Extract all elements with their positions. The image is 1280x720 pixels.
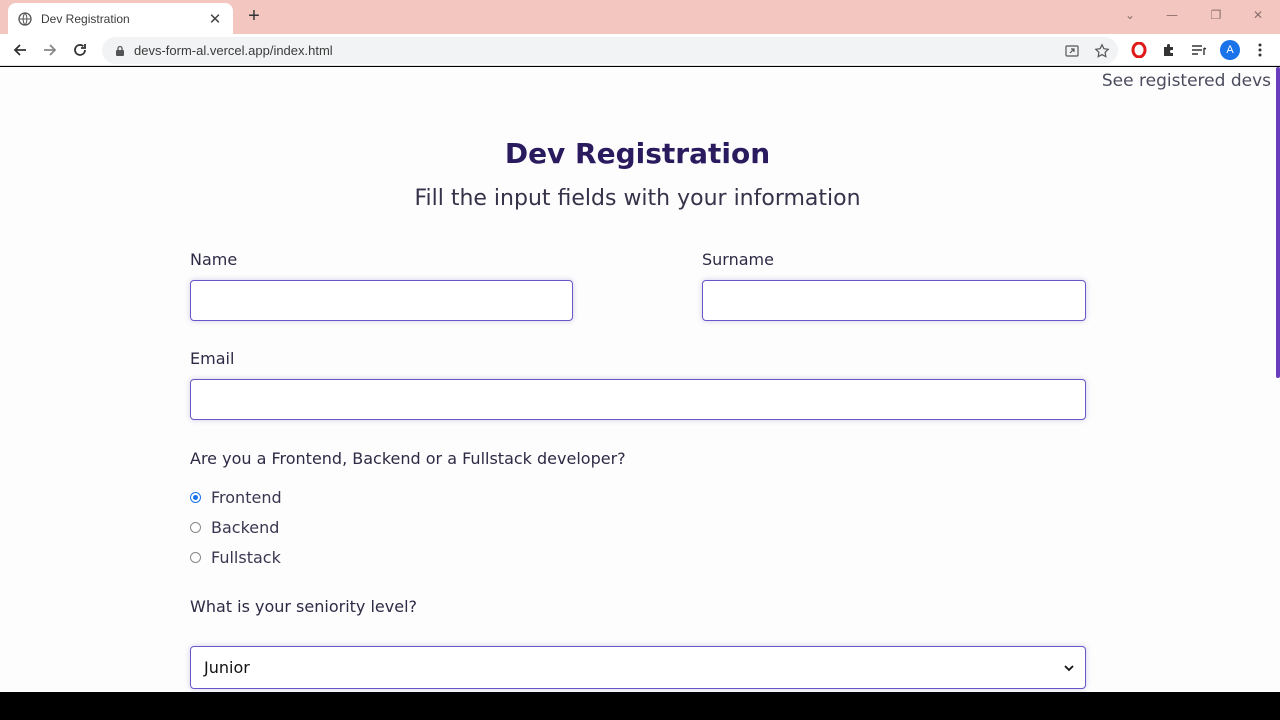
- page-viewport: See registered devs Dev Registration Fil…: [0, 67, 1280, 692]
- restore-button[interactable]: ❐: [1202, 4, 1230, 26]
- close-window-button[interactable]: ✕: [1244, 4, 1272, 26]
- tab-title: Dev Registration: [41, 11, 130, 26]
- back-button[interactable]: [9, 39, 31, 61]
- opera-extension-icon[interactable]: [1130, 41, 1148, 59]
- extensions-puzzle-icon[interactable]: [1160, 41, 1178, 59]
- tab-close-icon[interactable]: ✕: [207, 11, 223, 27]
- share-icon[interactable]: [1064, 43, 1080, 59]
- seniority-question: What is your seniority level?: [190, 597, 417, 616]
- browser-toolbar: devs-form-al.vercel.app/index.html A: [0, 34, 1280, 66]
- reading-list-icon[interactable]: [1190, 41, 1208, 59]
- email-input[interactable]: [190, 379, 1086, 420]
- radio-option-frontend[interactable]: Frontend: [190, 488, 282, 507]
- radio-button-fullstack[interactable]: [190, 552, 201, 563]
- seniority-select[interactable]: Junior: [190, 646, 1086, 689]
- email-label: Email: [190, 349, 235, 368]
- lock-icon: [116, 45, 124, 56]
- seniority-selected-value: Junior: [204, 658, 250, 677]
- radio-label-frontend: Frontend: [211, 488, 282, 507]
- surname-input[interactable]: [702, 280, 1086, 321]
- radio-button-frontend[interactable]: [190, 492, 201, 503]
- tab-search-icon[interactable]: ⌄: [1116, 4, 1144, 26]
- new-tab-button[interactable]: +: [243, 6, 265, 28]
- address-bar[interactable]: devs-form-al.vercel.app/index.html: [102, 37, 1118, 64]
- back-arrow-icon: [13, 44, 26, 56]
- radio-button-backend[interactable]: [190, 522, 201, 533]
- browser-tab[interactable]: Dev Registration ✕: [8, 3, 233, 34]
- name-label: Name: [190, 250, 238, 269]
- radio-option-backend[interactable]: Backend: [190, 518, 279, 537]
- page-subtitle: Fill the input fields with your informat…: [414, 186, 861, 211]
- globe-icon: [18, 11, 32, 26]
- radio-label-fullstack: Fullstack: [211, 548, 281, 567]
- name-input[interactable]: [190, 280, 573, 321]
- reload-icon: [74, 44, 86, 56]
- chevron-down-icon: [1064, 664, 1074, 671]
- see-registered-devs-link[interactable]: See registered devs: [1102, 71, 1271, 91]
- forward-button[interactable]: [39, 39, 61, 61]
- bookmark-star-icon[interactable]: [1094, 43, 1110, 59]
- page-scrollbar[interactable]: [1276, 67, 1280, 378]
- surname-label: Surname: [702, 250, 774, 269]
- browser-menu-icon[interactable]: [1251, 41, 1269, 59]
- profile-avatar[interactable]: A: [1220, 40, 1240, 60]
- reload-button[interactable]: [69, 39, 91, 61]
- radio-option-fullstack[interactable]: Fullstack: [190, 548, 281, 567]
- dev-type-question: Are you a Frontend, Backend or a Fullsta…: [190, 449, 626, 468]
- url-text: devs-form-al.vercel.app/index.html: [134, 43, 333, 58]
- minimize-button[interactable]: —: [1158, 4, 1186, 26]
- tab-strip: Dev Registration ✕ + ⌄ — ❐ ✕: [0, 0, 1280, 34]
- forward-arrow-icon: [44, 44, 57, 56]
- radio-label-backend: Backend: [211, 518, 280, 537]
- page-title: Dev Registration: [504, 137, 771, 170]
